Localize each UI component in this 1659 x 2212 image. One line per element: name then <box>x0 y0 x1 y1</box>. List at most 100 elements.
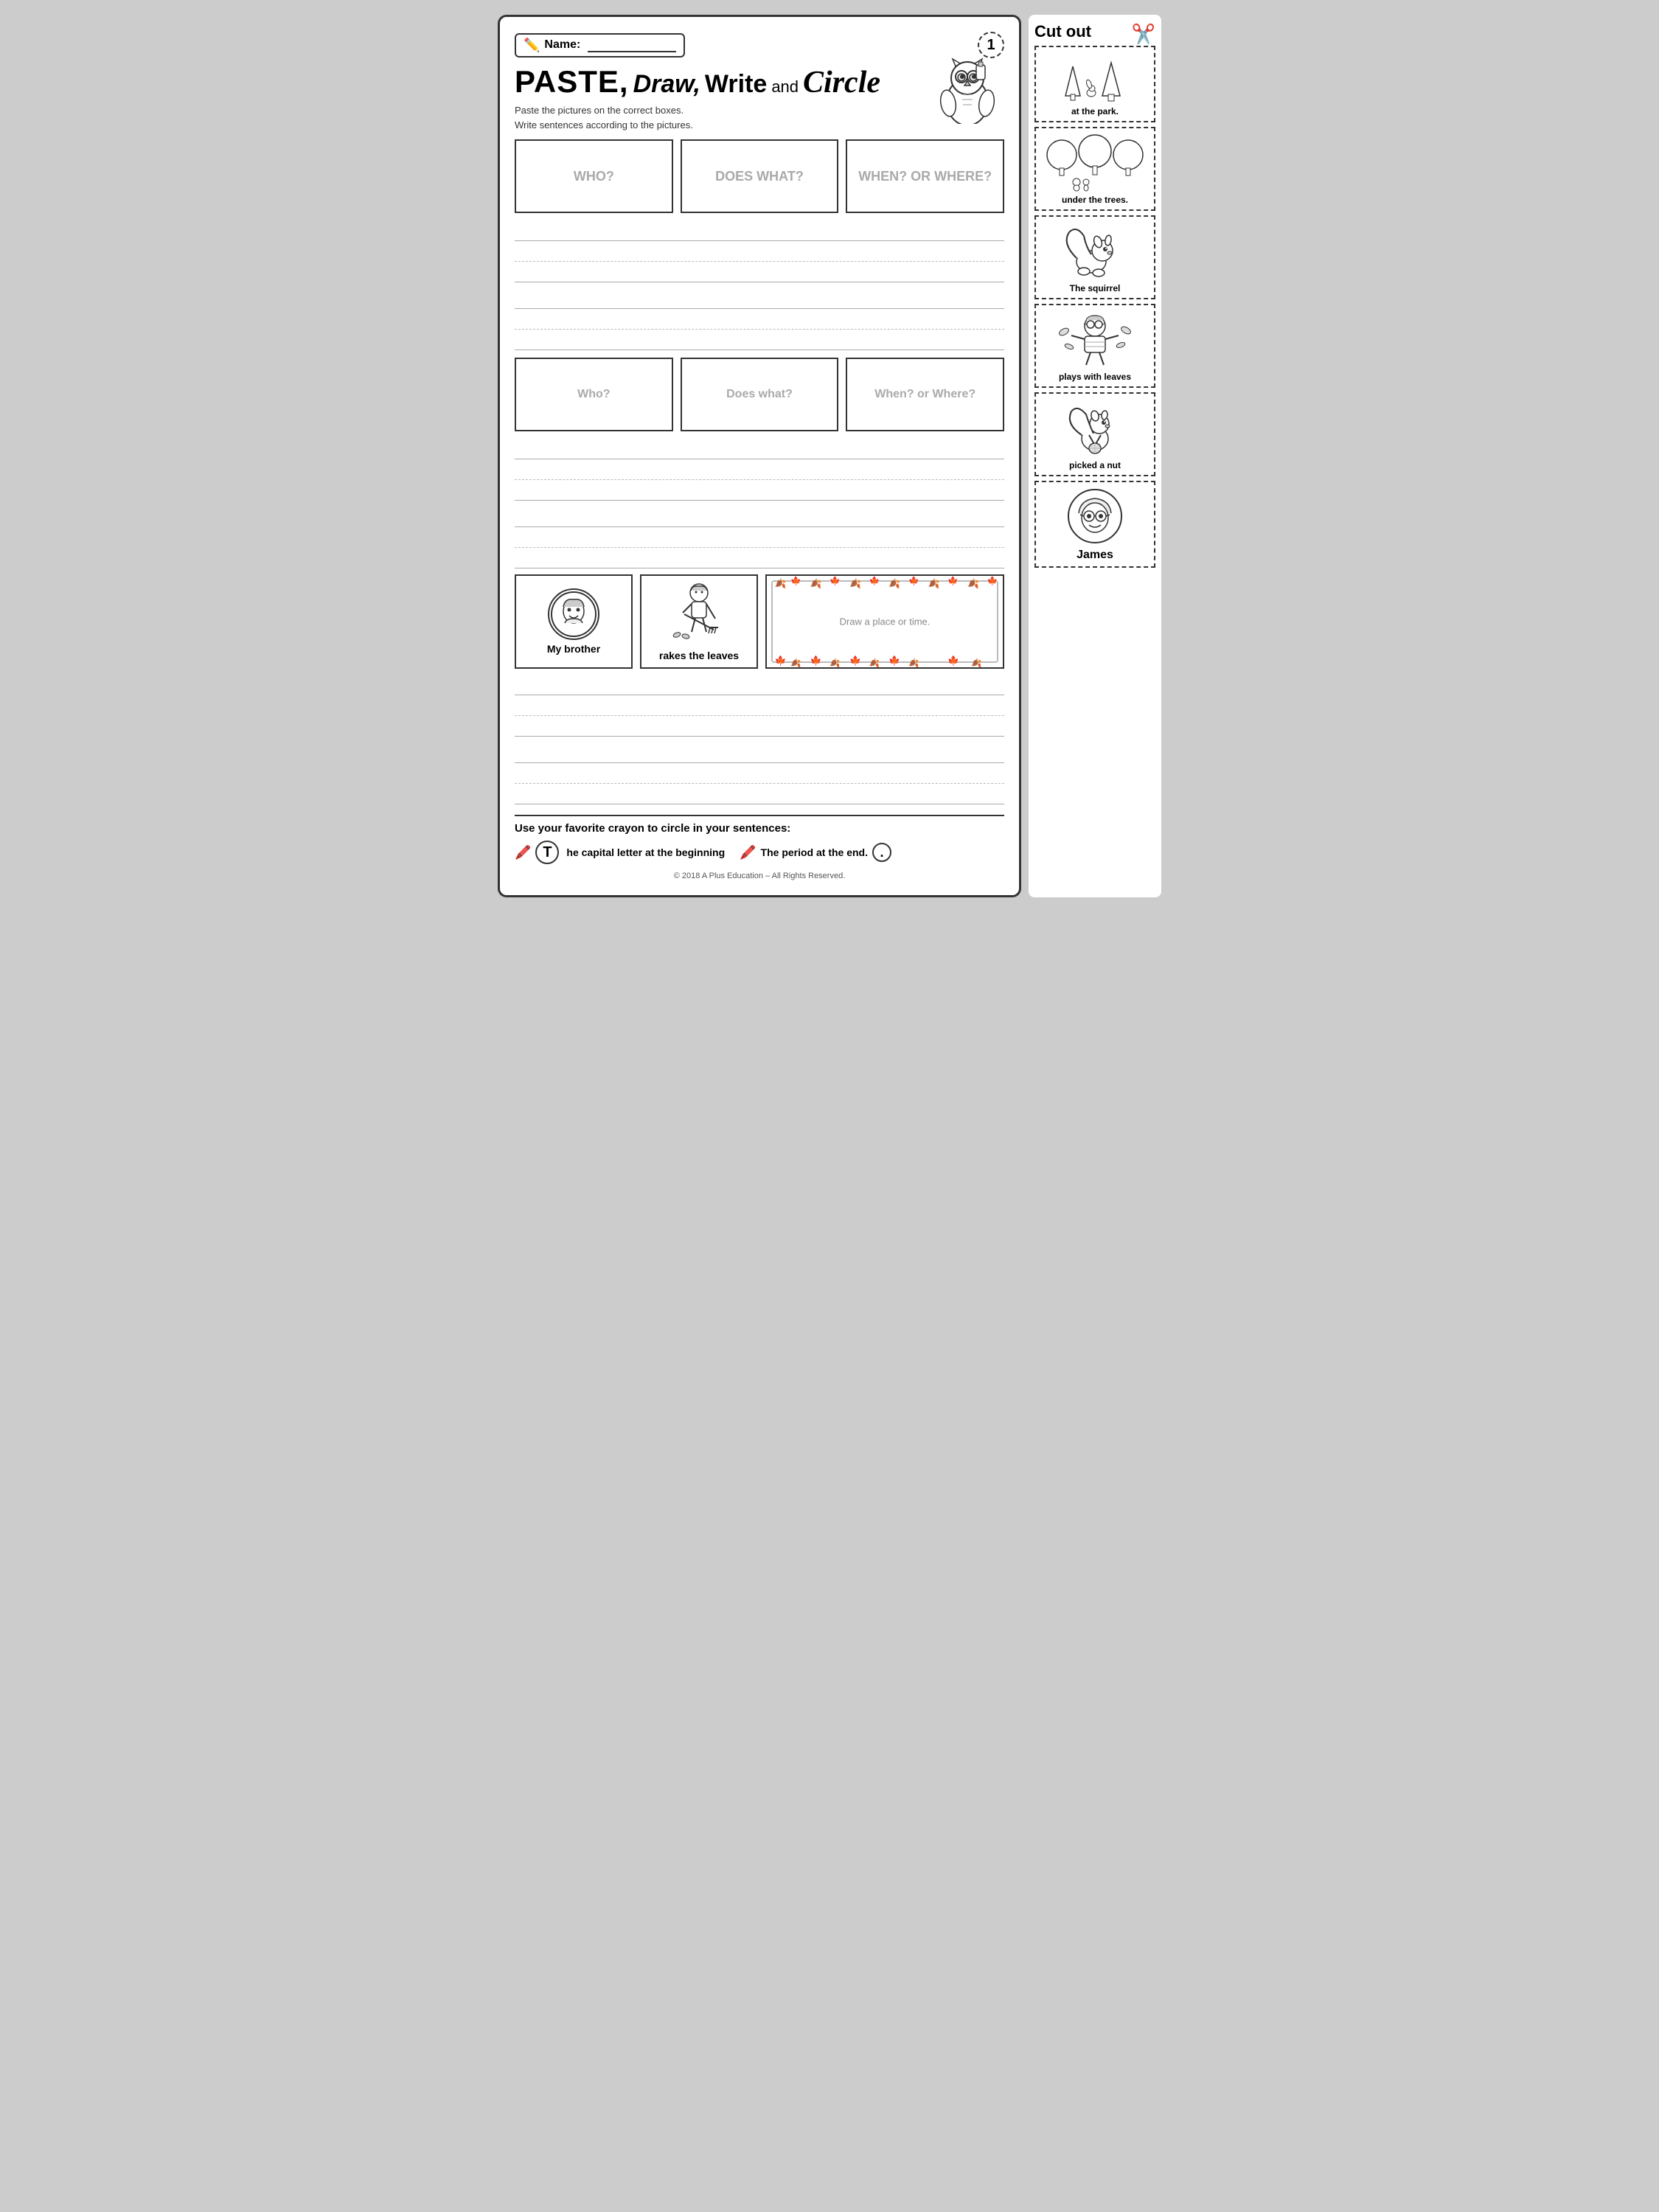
svg-text:🍂: 🍂 <box>869 658 880 667</box>
svg-text:🍂: 🍂 <box>928 578 940 589</box>
name-box: ✏️ Name: <box>515 33 685 58</box>
line-top-1 <box>515 220 1004 241</box>
period-circle: . <box>872 843 891 862</box>
cut-item-4-label: plays with leaves <box>1059 372 1131 382</box>
line-top-3 <box>515 675 1004 695</box>
svg-text:🍁: 🍁 <box>888 655 900 666</box>
cut-item-6-image <box>1065 487 1124 546</box>
footer-item-period: 🖍️ The period at the end. . <box>740 843 891 862</box>
title-circle: Circle <box>803 65 880 100</box>
svg-text:🍁: 🍁 <box>830 576 841 585</box>
row2-box-when-where: When? or Where? <box>846 358 1004 431</box>
scissors-icon: ✂️ <box>1132 23 1155 46</box>
svg-text:🍁: 🍁 <box>869 576 880 585</box>
title-write: Write <box>705 70 767 99</box>
line-mid-3b <box>515 763 1004 784</box>
page-wrapper: ✏️ Name: 1 PASTE, Draw, Write and Circle <box>498 15 1161 897</box>
line-bot-1b <box>515 330 1004 350</box>
instruction-line1: Paste the pictures on the correct boxes. <box>515 103 1004 118</box>
line-top-1b <box>515 288 1004 309</box>
svg-text:🍁: 🍁 <box>810 655 822 666</box>
line-mid-1b <box>515 309 1004 330</box>
line-mid-3 <box>515 695 1004 716</box>
svg-text:🍂: 🍂 <box>888 578 900 589</box>
name-line[interactable] <box>588 38 676 52</box>
svg-text:🍂: 🍂 <box>830 658 841 667</box>
cut-item-5-label: picked a nut <box>1069 460 1121 470</box>
cut-item-1-image <box>1051 52 1139 103</box>
name-label: Name: <box>544 38 580 52</box>
line-bot-2 <box>515 480 1004 501</box>
svg-text:🍁: 🍁 <box>775 655 787 666</box>
svg-text:🍂: 🍂 <box>849 578 861 589</box>
row1-boxes: WHO? DOES WHAT? WHEN? OR WHERE? <box>515 139 1004 213</box>
line-mid-2 <box>515 459 1004 480</box>
title-area: PASTE, Draw, Write and Circle <box>515 64 1004 132</box>
header-row: ✏️ Name: 1 <box>515 32 1004 58</box>
period-text: The period at the end. <box>761 846 868 858</box>
cut-item-1-label: at the park. <box>1071 106 1119 116</box>
draw-frame-label: Draw a place or time. <box>832 616 938 627</box>
line-bot-3b <box>515 784 1004 804</box>
copyright: © 2018 A Plus Education – All Rights Res… <box>515 872 1004 880</box>
bottom-image-row: My brother <box>515 574 1004 669</box>
title-draw: Draw, <box>633 70 700 99</box>
row1-box-when-where: WHEN? OR WHERE? <box>846 139 1004 213</box>
cut-item-2: under the trees. <box>1034 127 1155 211</box>
line-top-2b <box>515 507 1004 527</box>
cut-item-6-label: James <box>1077 549 1113 562</box>
cut-item-3: The squirrel <box>1034 215 1155 299</box>
svg-text:🍁: 🍁 <box>947 576 959 585</box>
draw-frame[interactable]: 🍂 🍁 🍂 🍁 🍂 🍁 🍂 🍁 🍂 🍁 🍂 🍁 🍁 🍂 🍁 <box>765 574 1004 669</box>
svg-text:🍁: 🍁 <box>849 655 861 666</box>
cut-out-section: Cut out ✂️ at the park. <box>1029 15 1161 897</box>
line-bot-1 <box>515 262 1004 282</box>
title-paste: PASTE, <box>515 64 629 100</box>
writing-lines-1 <box>515 220 1004 282</box>
svg-text:🍂: 🍂 <box>790 658 801 667</box>
line-mid-2b <box>515 527 1004 548</box>
page-number: 1 <box>978 32 1004 58</box>
row2-box-who: Who? <box>515 358 673 431</box>
instruction-line2: Write sentences according to the picture… <box>515 118 1004 133</box>
line-mid-1 <box>515 241 1004 262</box>
row2-box-does-what: Does what? <box>681 358 839 431</box>
cut-item-5: picked a nut <box>1034 392 1155 476</box>
svg-text:🍂: 🍂 <box>908 658 919 667</box>
cut-item-2-image <box>1043 133 1147 192</box>
svg-text:🍂: 🍂 <box>775 578 787 589</box>
line-top-2 <box>515 439 1004 459</box>
row1-box-who: WHO? <box>515 139 673 213</box>
title-text: PASTE, Draw, Write and Circle <box>515 64 1004 100</box>
footer-instructions: Use your favorite crayon to circle in yo… <box>515 815 1004 864</box>
cut-item-6: James <box>1034 481 1155 568</box>
cut-item-1: at the park. <box>1034 46 1155 122</box>
crayon-icon-1: 🖍️ <box>515 845 531 860</box>
svg-text:🍂: 🍂 <box>810 578 822 589</box>
main-sheet: ✏️ Name: 1 PASTE, Draw, Write and Circle <box>498 15 1021 897</box>
brother-label: My brother <box>547 643 600 655</box>
brother-illustration <box>548 588 599 640</box>
crayon-icon-2: 🖍️ <box>740 845 756 860</box>
svg-text:🍁: 🍁 <box>790 576 801 585</box>
writing-lines-3b <box>515 742 1004 804</box>
footer-item-capital: 🖍️ T he capital letter at the beginning <box>515 841 725 864</box>
rakes-label: rakes the leaves <box>659 650 739 661</box>
cut-item-4-image <box>1051 310 1139 369</box>
cut-item-5-image <box>1058 398 1132 457</box>
writing-lines-2b <box>515 507 1004 568</box>
capital-t-circle: T <box>535 841 559 864</box>
capital-letter-text: he capital letter at the beginning <box>566 846 725 858</box>
line-bot-3 <box>515 716 1004 737</box>
svg-text:🍁: 🍁 <box>987 576 998 585</box>
cut-item-3-label: The squirrel <box>1070 283 1121 293</box>
cut-item-4: plays with leaves <box>1034 304 1155 388</box>
footer-instruction-text: Use your favorite crayon to circle in yo… <box>515 822 1004 835</box>
row2-boxes: Who? Does what? When? or Where? <box>515 358 1004 431</box>
row1-box-does-what: DOES WHAT? <box>681 139 839 213</box>
writing-lines-2 <box>515 439 1004 501</box>
svg-text:🍂: 🍂 <box>971 658 982 667</box>
svg-text:🍁: 🍁 <box>947 655 959 666</box>
writing-lines-3 <box>515 675 1004 737</box>
footer-row: 🖍️ T he capital letter at the beginning … <box>515 841 1004 864</box>
